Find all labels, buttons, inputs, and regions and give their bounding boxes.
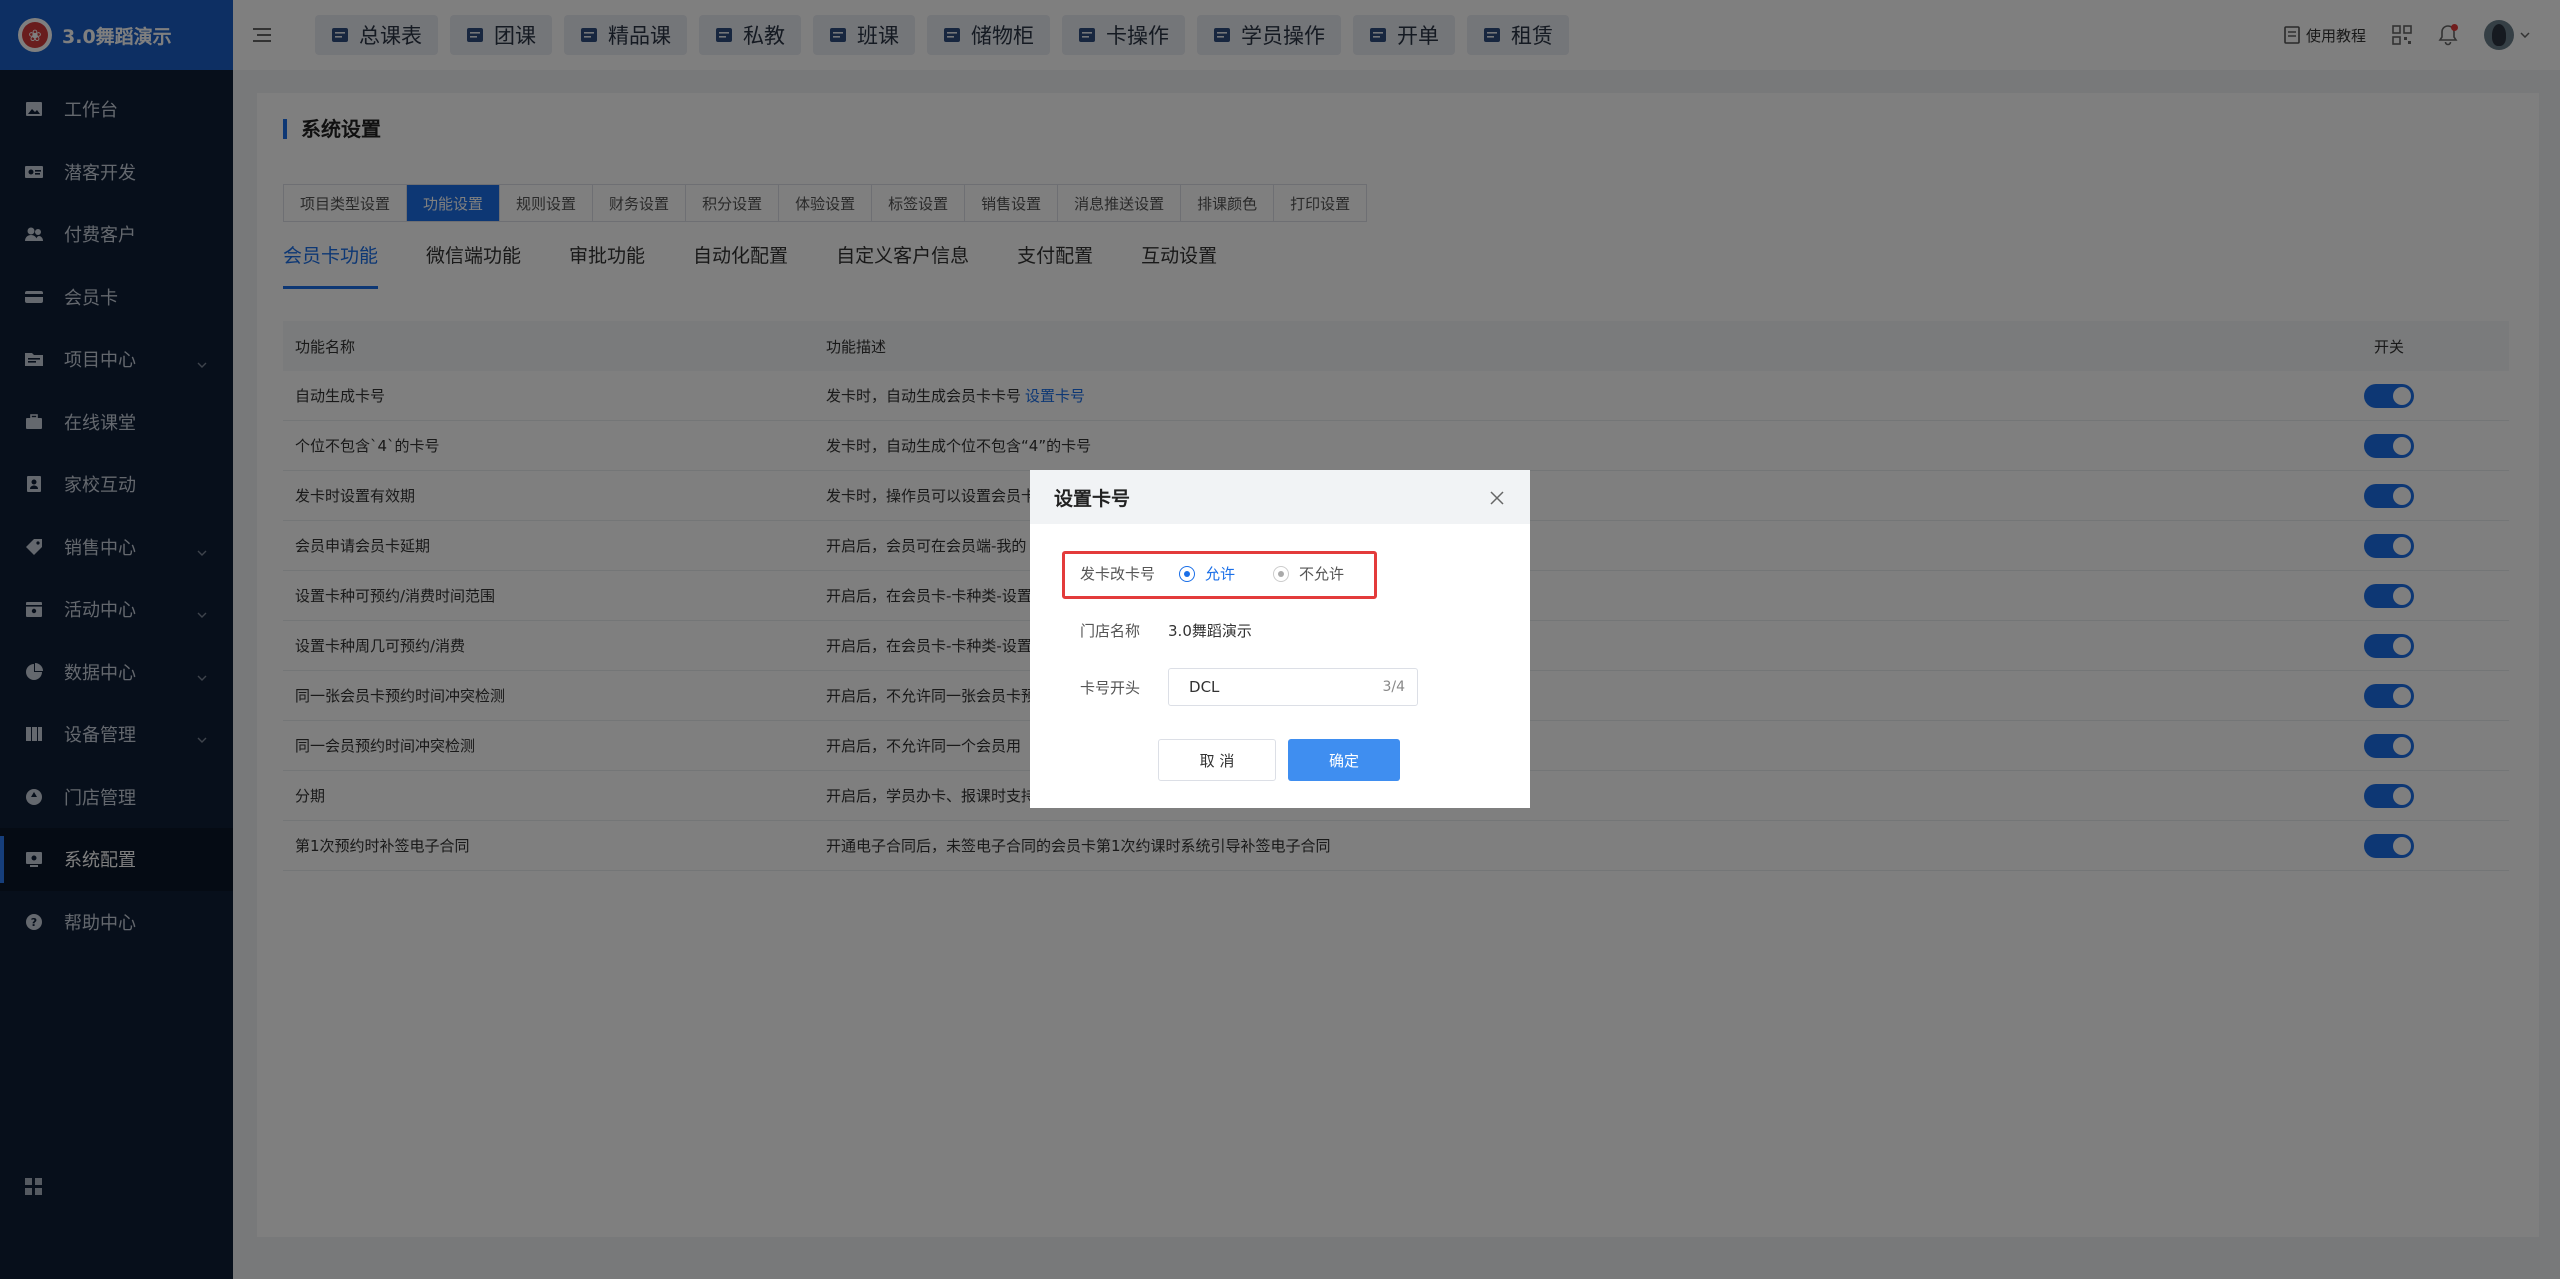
radio-unchecked-icon — [1273, 565, 1290, 582]
prefix-input[interactable]: DCL 3/4 — [1168, 668, 1419, 706]
close-icon[interactable] — [1490, 490, 1504, 509]
allow-edit-field: 发卡改卡号 允许 不允许 — [1080, 563, 1344, 584]
prefix-value: DCL — [1189, 678, 1220, 696]
store-label: 门店名称 — [1080, 622, 1141, 640]
dialog-title: 设置卡号 — [1030, 470, 1530, 524]
allow-edit-label: 发卡改卡号 — [1080, 565, 1156, 583]
cancel-button[interactable]: 取 消 — [1158, 739, 1276, 781]
char-count: 3/4 — [1382, 679, 1406, 695]
prefix-label: 卡号开头 — [1080, 678, 1141, 697]
prefix-field: 卡号开头 DCL 3/4 — [1080, 668, 1419, 706]
set-card-number-dialog: 设置卡号 发卡改卡号 允许 不允许 门店名称 3.0舞蹈演示 卡号开头 DCL … — [1030, 470, 1530, 808]
radio-disallow[interactable]: 不允许 — [1273, 563, 1344, 584]
store-field: 门店名称 3.0舞蹈演示 — [1080, 620, 1252, 641]
radio-checked-icon — [1179, 565, 1196, 582]
radio-allow[interactable]: 允许 — [1179, 563, 1235, 584]
confirm-button[interactable]: 确定 — [1288, 739, 1400, 781]
store-value: 3.0舞蹈演示 — [1168, 622, 1252, 640]
